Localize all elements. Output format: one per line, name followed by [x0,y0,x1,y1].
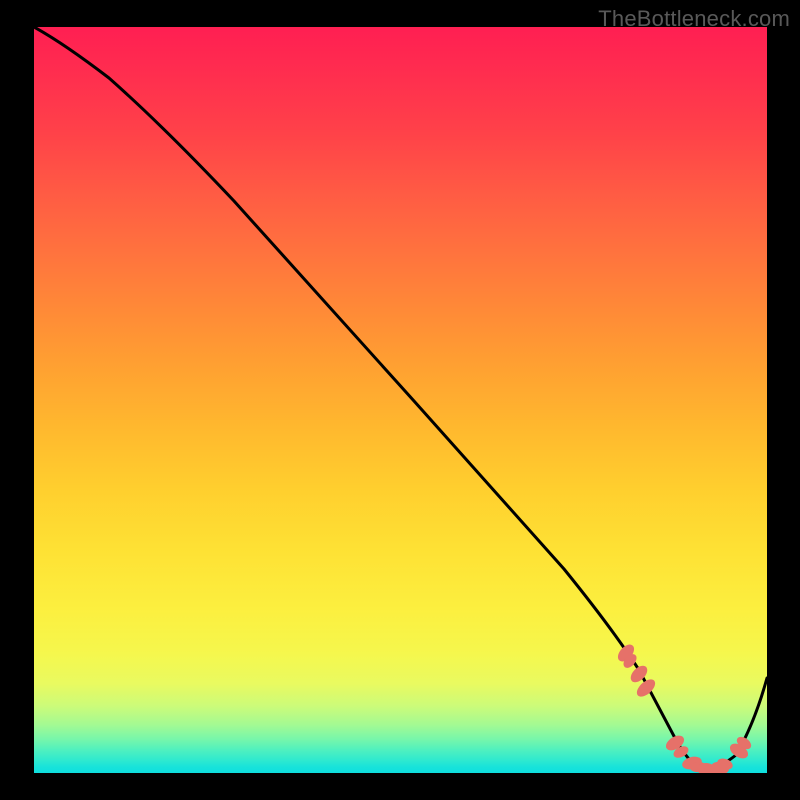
marker-group [615,642,754,773]
curve-svg [34,27,767,773]
curve-path [34,27,767,769]
chart-canvas: TheBottleneck.com [0,0,800,800]
plot-area [34,27,767,773]
watermark-label: TheBottleneck.com [598,6,790,32]
